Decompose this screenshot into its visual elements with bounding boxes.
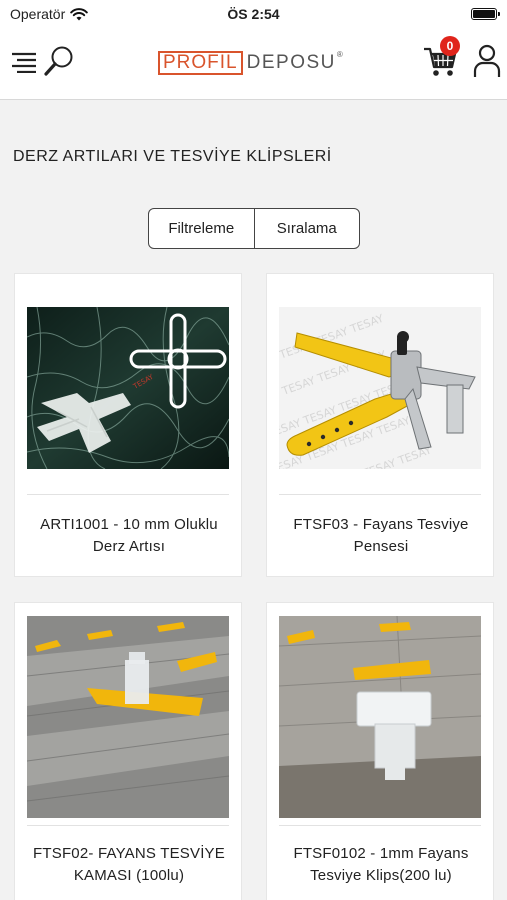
product-image[interactable]: TESAY — [27, 307, 229, 469]
user-icon — [473, 44, 501, 77]
menu-button[interactable] — [10, 48, 38, 76]
page-title: DERZ ARTILARI VE TESVİYE KLİPSLERİ — [13, 148, 332, 165]
product-card[interactable]: FTSF02- FAYANS TESVİYE KAMASI (100lu) — [14, 602, 242, 900]
product-image[interactable] — [27, 616, 229, 818]
product-name[interactable]: ARTI1001 - 10 mm Oluklu Derz Artısı — [23, 514, 235, 558]
product-name[interactable]: FTSF0102 - 1mm Fayans Tesviye Klips(200 … — [275, 843, 487, 887]
product-image[interactable]: TESAY TESAY TESAY TESAY TESAY TESAY TESA… — [279, 307, 481, 469]
battery-icon — [471, 8, 500, 20]
clock: ÖS 2:54 — [227, 6, 280, 22]
status-bar: Operatör ÖS 2:54 — [0, 0, 507, 28]
cart-count-badge: 0 — [440, 36, 460, 56]
logo-registered-mark: ® — [336, 50, 343, 59]
product-card[interactable]: TESAY TESAY TESAY TESAY TESAY TESAY TESA… — [266, 273, 494, 577]
card-divider — [27, 494, 229, 495]
search-icon — [44, 46, 73, 76]
account-button[interactable] — [470, 42, 504, 80]
logo-part-2: DEPOSU — [246, 52, 336, 73]
filter-sort-control: Filtreleme Sıralama — [148, 208, 360, 249]
product-card[interactable]: FTSF0102 - 1mm Fayans Tesviye Klips(200 … — [266, 602, 494, 900]
card-divider — [279, 825, 481, 826]
product-card[interactable]: TESAY ARTI1001 - 10 mm Oluklu Derz Artıs… — [14, 273, 242, 577]
card-divider — [27, 825, 229, 826]
filter-button[interactable]: Filtreleme — [149, 209, 254, 248]
product-image[interactable] — [279, 616, 481, 818]
logo-part-1: PROFIL — [158, 51, 243, 75]
product-name[interactable]: FTSF02- FAYANS TESVİYE KAMASI (100lu) — [23, 843, 235, 887]
search-button[interactable] — [42, 44, 76, 78]
product-name[interactable]: FTSF03 - Fayans Tesviye Pensesi — [275, 514, 487, 558]
app-header: PROFIL DEPOSU ® 0 — [0, 28, 507, 100]
sort-button[interactable]: Sıralama — [253, 209, 360, 248]
card-divider — [279, 494, 481, 495]
brand-logo[interactable]: PROFIL DEPOSU ® — [158, 50, 343, 76]
menu-icon — [12, 52, 36, 73]
